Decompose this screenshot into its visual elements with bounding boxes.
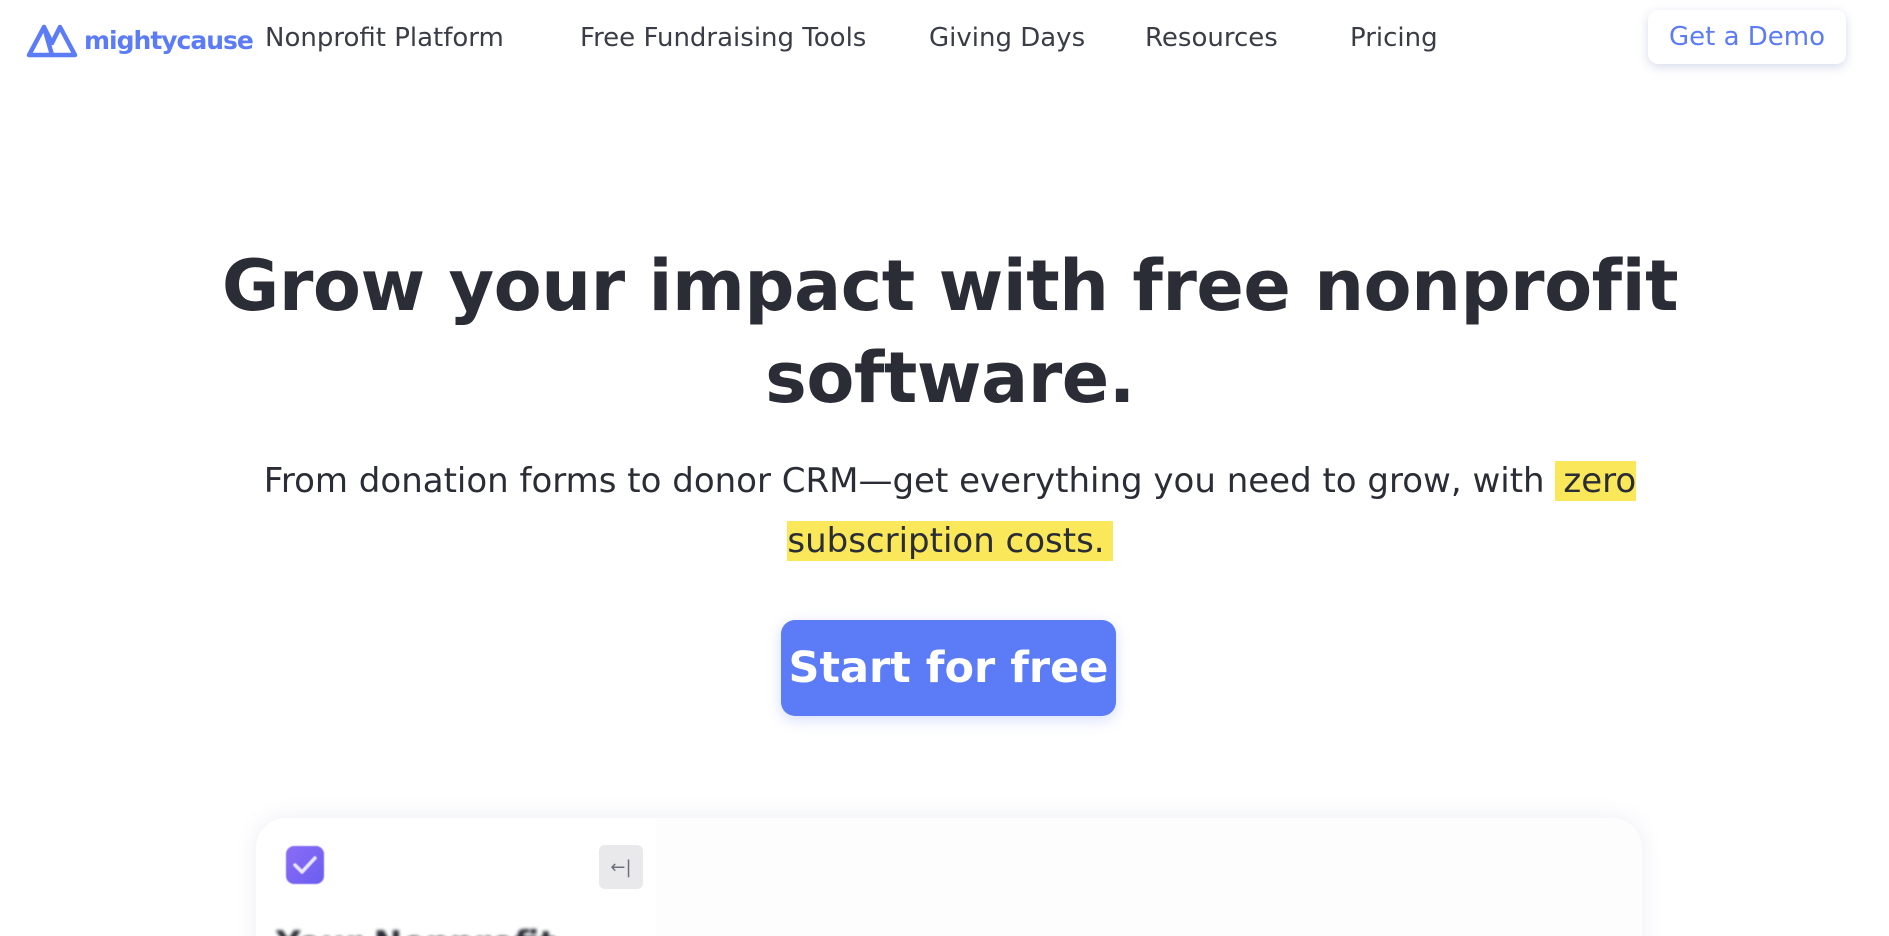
nav-item-giving-days[interactable]: Giving Days (929, 22, 1085, 54)
preview-sidebar: ←| Your Nonprofit (256, 818, 656, 936)
nav-item-nonprofit-platform[interactable]: Nonprofit Platform (265, 22, 504, 54)
logo-wordmark: mightycause (84, 25, 254, 55)
product-preview-card: ←| Your Nonprofit (256, 818, 1642, 936)
preview-heading: Your Nonprofit (276, 924, 556, 936)
page: mightycause Nonprofit Platform Free Fund… (0, 0, 1889, 936)
get-a-demo-button[interactable]: Get a Demo (1648, 10, 1846, 64)
start-for-free-button[interactable]: Start for free (781, 620, 1116, 716)
collapse-sidebar-icon[interactable]: ←| (599, 845, 643, 889)
nav-item-resources[interactable]: Resources (1145, 22, 1278, 54)
top-navigation: mightycause Nonprofit Platform Free Fund… (0, 0, 1889, 78)
mountain-logo-icon (26, 24, 78, 58)
hero-title: Grow your impact with free nonprofit sof… (221, 245, 1679, 419)
hero-subtitle: From donation forms to donor CRM—get eve… (230, 451, 1670, 571)
nav-item-pricing[interactable]: Pricing (1350, 22, 1438, 54)
hero-subtitle-text: From donation forms to donor CRM—get eve… (263, 461, 1556, 501)
nav-item-free-fundraising-tools[interactable]: Free Fundraising Tools (580, 22, 866, 54)
app-logo-icon (286, 846, 324, 884)
mightycause-logo[interactable]: mightycause (26, 20, 254, 60)
